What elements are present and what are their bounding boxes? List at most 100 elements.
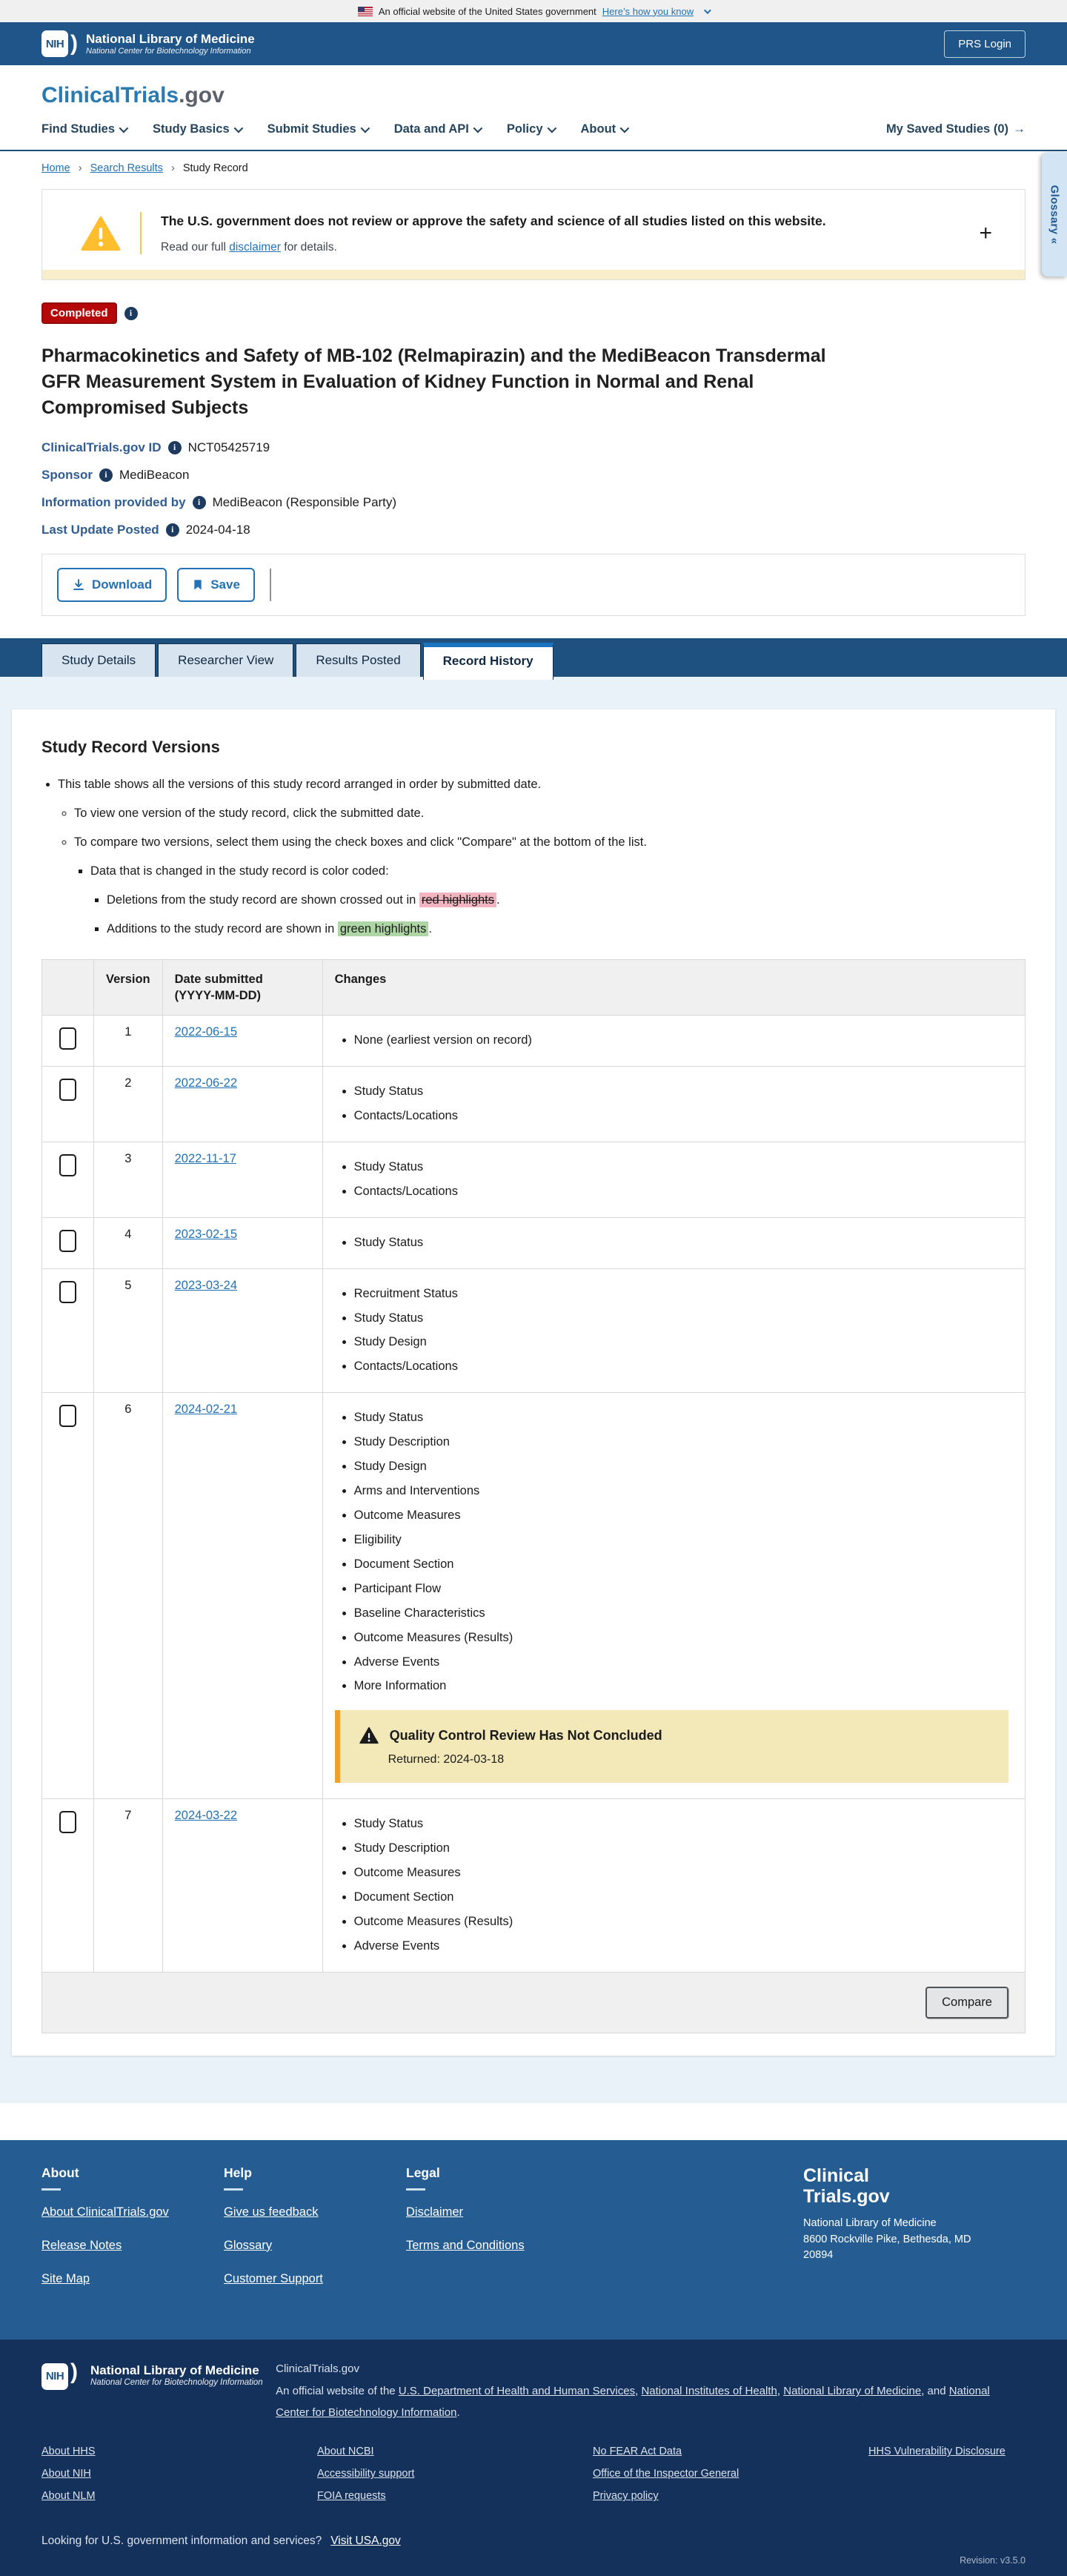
breadcrumb-home-link[interactable]: Home <box>41 162 70 174</box>
qc-alert-title: Quality Control Review Has Not Concluded <box>389 1727 662 1743</box>
clinicaltrials-logo[interactable]: ClinicalTrials.gov <box>41 83 225 107</box>
footer-link-terms-and-conditions[interactable]: Terms and Conditions <box>406 2239 525 2253</box>
footer-link-release-notes[interactable]: Release Notes <box>41 2239 122 2253</box>
info-icon[interactable]: i <box>167 441 182 454</box>
gov-banner: An official website of the United States… <box>0 0 1067 22</box>
footer-link-disclaimer[interactable]: Disclaimer <box>406 2205 463 2219</box>
status-badge: Completed <box>41 302 117 324</box>
disclaimer-link[interactable]: disclaimer <box>229 241 281 254</box>
footer-org-name: National Library of Medicine <box>90 2363 259 2377</box>
version-number: 5 <box>93 1268 163 1394</box>
version-checkbox[interactable] <box>59 1280 76 1303</box>
footer-column-heading: Legal <box>406 2165 440 2180</box>
footer-link-customer-support[interactable]: Customer Support <box>224 2272 323 2286</box>
glossary-side-tab[interactable]: Glossary « <box>1042 152 1067 277</box>
warning-heading: The U.S. government does not review or a… <box>161 213 826 228</box>
info-icon[interactable]: i <box>124 306 138 320</box>
visit-usa-gov-link[interactable]: Visit USA.gov <box>330 2534 400 2548</box>
footer-link-inspector-general[interactable]: Office of the Inspector General <box>593 2468 739 2480</box>
change-item: Study Design <box>354 1334 1013 1351</box>
change-item: Recruitment Status <box>354 1285 1013 1303</box>
version-checkbox[interactable] <box>59 1405 76 1428</box>
footer-link-hhs-vulnerability[interactable]: HHS Vulnerability Disclosure <box>868 2446 1005 2457</box>
version-number: 4 <box>93 1216 163 1269</box>
meta-row-information-provided: Information provided by i MediBeacon (Re… <box>41 495 1026 510</box>
change-item: Contacts/Locations <box>354 1183 1013 1201</box>
version-checkbox[interactable] <box>59 1027 76 1050</box>
usa-gov-prompt: Looking for U.S. government information … <box>41 2534 322 2548</box>
nih-link[interactable]: National Institutes of Health <box>641 2385 777 2397</box>
nav-item-study-basics[interactable]: Study Basics <box>153 122 243 136</box>
hhs-link[interactable]: U.S. Department of Health and Human Serv… <box>399 2385 635 2397</box>
download-button[interactable]: Download <box>57 568 167 602</box>
warning-bottom-strip <box>42 270 1025 279</box>
info-icon[interactable]: i <box>99 468 113 482</box>
footer-link-about-nlm[interactable]: About NLM <box>41 2490 96 2502</box>
breadcrumb-search-results-link[interactable]: Search Results <box>90 162 163 174</box>
changes-list: Study Status Study Description Study Desig… <box>339 1409 1013 1695</box>
prs-login-button[interactable]: PRS Login <box>944 30 1026 58</box>
date-submitted-link[interactable]: 2022-06-22 <box>175 1076 237 1090</box>
site-header: NIH ) National Library of Medicine Natio… <box>0 22 1067 65</box>
nih-logo[interactable]: NIH ) National Library of Medicine Natio… <box>41 2359 276 2424</box>
us-flag-icon <box>357 6 373 16</box>
nlm-link[interactable]: National Library of Medicine <box>783 2385 921 2397</box>
nav-item-about[interactable]: About <box>581 122 630 136</box>
version-checkbox[interactable] <box>59 1078 76 1101</box>
version-checkbox[interactable] <box>59 1229 76 1252</box>
footer-link-about-clinicaltrials[interactable]: About ClinicalTrials.gov <box>41 2205 169 2219</box>
black-warning-triangle-icon <box>359 1727 379 1744</box>
change-item: Study Status <box>354 1234 1013 1252</box>
study-record-versions-card: Study Record Versions This table shows a… <box>12 709 1055 2056</box>
footer-link-site-map[interactable]: Site Map <box>41 2272 90 2286</box>
version-checkbox[interactable] <box>59 1153 76 1176</box>
footer-link-about-hhs[interactable]: About HHS <box>41 2446 96 2457</box>
change-item: Study Status <box>354 1310 1013 1328</box>
change-item: Outcome Measures <box>354 1507 1013 1525</box>
nih-logo[interactable]: NIH ) National Library of Medicine Natio… <box>41 30 255 57</box>
date-submitted-link[interactable]: 2024-02-21 <box>175 1403 237 1416</box>
sponsor-value: MediBeacon <box>119 468 190 482</box>
tab-results-posted[interactable]: Results Posted <box>296 643 421 677</box>
nav-item-find-studies[interactable]: Find Studies <box>41 122 129 136</box>
footer-link-about-ncbi[interactable]: About NCBI <box>317 2446 374 2457</box>
version-checkbox[interactable] <box>59 1811 76 1834</box>
footer-link-no-fear-act[interactable]: No FEAR Act Data <box>593 2446 682 2457</box>
footer-suborg-name: National Center for Biotechnology Inform… <box>90 2378 263 2388</box>
footer-help-column: Help Give us feedback Glossary Customer … <box>224 2165 406 2305</box>
footer-link-give-us-feedback[interactable]: Give us feedback <box>224 2205 319 2219</box>
footer-link-glossary[interactable]: Glossary <box>224 2239 272 2253</box>
information-provided-value: MediBeacon (Responsible Party) <box>212 495 397 509</box>
compare-button[interactable]: Compare <box>925 1986 1008 2019</box>
info-icon[interactable]: i <box>192 496 206 509</box>
nav-item-data-and-api[interactable]: Data and API <box>394 122 483 136</box>
header-suborg-name: National Center for Biotechnology Inform… <box>86 46 251 56</box>
versions-table-body: 1 2022-06-15 None (earliest version on r… <box>41 1015 1026 1973</box>
how-you-know-link[interactable]: Here’s how you know <box>602 6 694 17</box>
government-disclaimer-alert: The U.S. government does not review or a… <box>41 189 1026 280</box>
meta-label: Last Update Posted <box>41 523 159 537</box>
tab-record-history[interactable]: Record History <box>422 643 554 680</box>
nav-item-submit-studies[interactable]: Submit Studies <box>267 122 370 136</box>
info-icon[interactable]: i <box>165 523 179 537</box>
nav-item-policy[interactable]: Policy <box>507 122 556 136</box>
meta-row-sponsor: Sponsor i MediBeacon <box>41 468 1026 483</box>
date-submitted-link[interactable]: 2022-11-17 <box>175 1152 236 1165</box>
date-submitted-link[interactable]: 2024-03-22 <box>175 1809 237 1822</box>
footer-link-accessibility-support[interactable]: Accessibility support <box>317 2468 414 2480</box>
footer-link-foia-requests[interactable]: FOIA requests <box>317 2490 386 2502</box>
tab-researcher-view[interactable]: Researcher View <box>158 643 294 677</box>
arrow-right-icon: → <box>1013 122 1026 136</box>
date-submitted-link[interactable]: 2022-06-15 <box>175 1025 237 1039</box>
save-button[interactable]: Save <box>177 568 255 602</box>
my-saved-studies-link[interactable]: My Saved Studies (0) → <box>886 122 1026 136</box>
footer-link-privacy-policy[interactable]: Privacy policy <box>593 2490 659 2502</box>
change-item: Study Design <box>354 1458 1013 1476</box>
footer-link-about-nih[interactable]: About NIH <box>41 2468 91 2480</box>
date-submitted-link[interactable]: 2023-02-15 <box>175 1228 237 1241</box>
date-submitted-link[interactable]: 2023-03-24 <box>175 1279 237 1292</box>
footer-logo: Clinical Trials.gov <box>803 2165 890 2207</box>
expand-alert-button[interactable]: + <box>968 216 1003 251</box>
nih-logo-box: NIH <box>41 2363 68 2390</box>
tab-study-details[interactable]: Study Details <box>41 643 156 677</box>
